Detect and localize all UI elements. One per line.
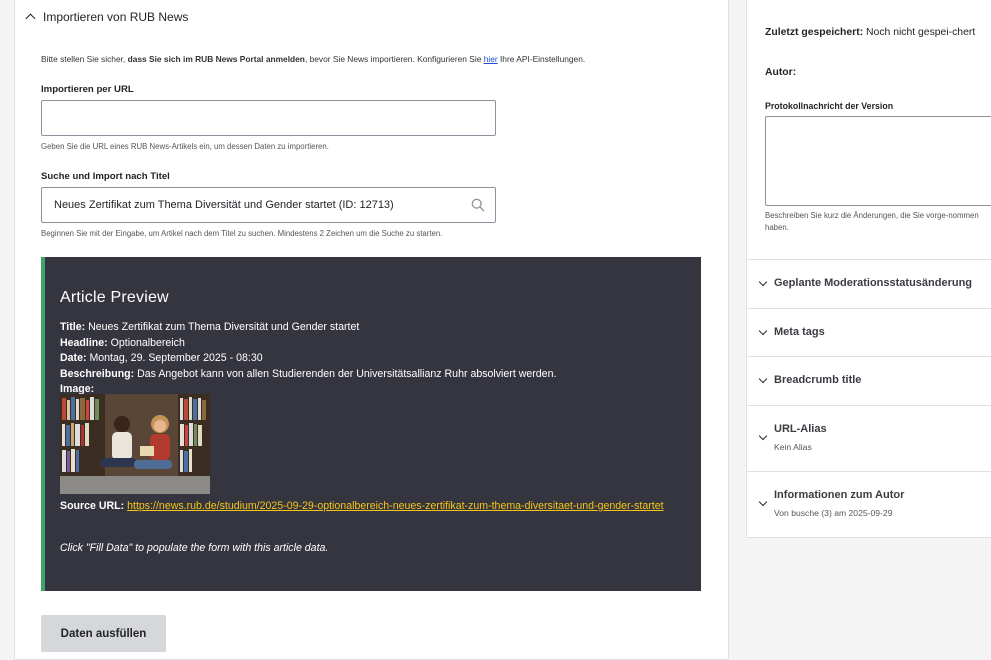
chevron-down-icon	[758, 431, 768, 441]
import-section-title: Importieren von RUB News	[43, 10, 189, 24]
article-image	[60, 394, 210, 494]
revision-log-help: Beschreiben Sie kurz die Änderungen, die…	[765, 211, 979, 232]
preview-description-label: Beschreibung:	[60, 367, 135, 380]
chevron-up-icon	[25, 13, 36, 24]
search-field-help: Beginnen Sie mit der Eingabe, um Artikel…	[41, 229, 443, 238]
intro-text-mid: , bevor Sie News importieren. Konfigurie…	[304, 54, 484, 64]
preview-hint: Click "Fill Data" to populate the form w…	[60, 542, 329, 554]
intro-text-start: Bitte stellen Sie sicher,	[41, 54, 128, 64]
preview-source-row: Source URL: https://news.rub.de/studium/…	[60, 499, 690, 515]
preview-title-row: Title: Neues Zertifikat zum Thema Divers…	[60, 320, 556, 336]
chevron-down-icon	[758, 277, 768, 287]
accordion-author-info-title: Informationen zum Autor	[774, 489, 905, 501]
accordion-breadcrumb-title[interactable]: Breadcrumb title	[747, 357, 991, 406]
search-icon[interactable]	[471, 198, 485, 212]
article-preview-heading: Article Preview	[60, 289, 169, 306]
import-url-input[interactable]	[42, 101, 495, 135]
preview-title-value: Neues Zertifikat zum Thema Diversität un…	[88, 321, 360, 333]
revision-meta-box: Zuletzt gespeichert: Noch nicht gespei-c…	[747, 0, 991, 260]
preview-title-label: Title:	[60, 321, 86, 333]
preview-date-label: Date:	[60, 352, 87, 364]
api-settings-link[interactable]: hier	[484, 54, 498, 64]
revision-log-textarea[interactable]	[765, 116, 991, 206]
accordion-url-alias-title: URL-Alias	[774, 423, 827, 435]
intro-text-bold: dass Sie sich im RUB News Portal anmelde…	[127, 54, 305, 64]
chevron-down-icon	[758, 326, 768, 336]
search-field-label: Suche und Import nach Titel	[41, 171, 170, 182]
preview-date-value: Montag, 29. September 2025 - 08:30	[89, 352, 263, 364]
last-saved-label: Zuletzt gespeichert:	[765, 27, 864, 38]
chevron-down-icon	[758, 374, 768, 384]
article-preview-details: Title: Neues Zertifikat zum Thema Divers…	[60, 320, 556, 398]
accordion-meta-tags-title: Meta tags	[774, 326, 825, 338]
accordion-author-info[interactable]: Informationen zum Autor Von busche (3) a…	[747, 472, 991, 538]
article-photo-illustration	[60, 394, 210, 494]
preview-headline-value: Optionalbereich	[110, 336, 185, 349]
title-search-input[interactable]	[42, 188, 495, 222]
search-field-wrapper	[41, 187, 496, 223]
preview-description-row: Beschreibung: Das Angebot kann von allen…	[60, 367, 556, 383]
preview-description-value: Das Angebot kann von allen Studierenden …	[137, 367, 557, 380]
meta-sidebar: Zuletzt gespeichert: Noch nicht gespei-c…	[746, 0, 991, 538]
accordion-author-info-summary: Von busche (3) am 2025-09-29	[774, 508, 893, 518]
accordion-url-alias-summary: Kein Alias	[774, 442, 812, 452]
article-preview: Article Preview Title: Neues Zertifikat …	[41, 257, 701, 591]
import-panel: Importieren von RUB News Bitte stellen S…	[14, 0, 729, 660]
revision-log-label: Protokollnachricht der Version	[765, 101, 894, 111]
url-field-label: Importieren per URL	[41, 84, 134, 95]
accordion-meta-tags[interactable]: Meta tags	[747, 309, 991, 357]
author-label: Autor:	[765, 67, 797, 78]
import-intro-text: Bitte stellen Sie sicher, dass Sie sich …	[41, 54, 585, 64]
fill-data-button[interactable]: Daten ausfüllen	[41, 615, 166, 652]
accordion-moderation-state[interactable]: Geplante Moderationsstatusänderung	[747, 260, 991, 309]
chevron-down-icon	[758, 497, 768, 507]
preview-date-row: Date: Montag, 29. September 2025 - 08:30	[60, 351, 556, 367]
preview-source-link[interactable]: https://news.rub.de/studium/2025-09-29-o…	[127, 500, 663, 512]
preview-headline-row: Headline: Optionalbereich	[60, 336, 556, 352]
intro-text-end: Ihre API-Einstellungen.	[497, 54, 586, 64]
import-section-toggle[interactable]: Importieren von RUB News	[25, 10, 188, 24]
last-saved-value: Noch nicht gespei-chert	[866, 27, 976, 38]
accordion-url-alias[interactable]: URL-Alias Kein Alias	[747, 406, 991, 472]
url-field-help: Geben Sie die URL eines RUB News-Artikel…	[41, 142, 329, 151]
preview-headline-label: Headline:	[60, 336, 108, 349]
accordion-breadcrumb-title-title: Breadcrumb title	[774, 374, 862, 386]
preview-source-label: Source URL:	[60, 500, 125, 512]
last-saved-info: Zuletzt gespeichert: Noch nicht gespei-c…	[765, 25, 985, 41]
accordion-moderation-state-title: Geplante Moderationsstatusänderung	[774, 277, 973, 289]
url-field-wrapper	[41, 100, 496, 136]
